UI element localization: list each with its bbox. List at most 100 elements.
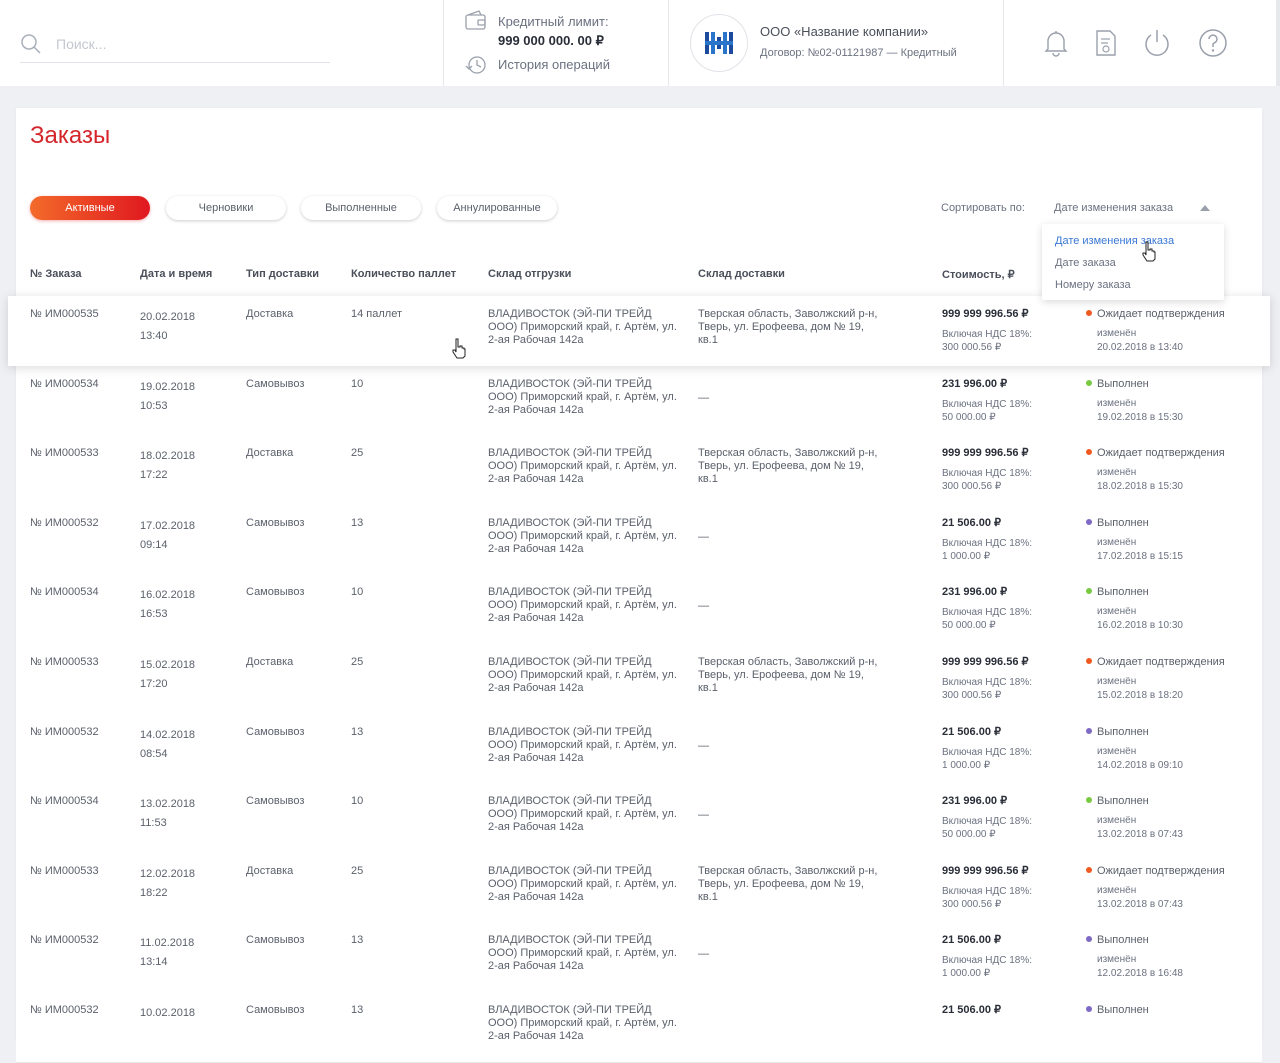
order-number: № ИМ000533 — [30, 865, 99, 877]
vat-amount: 1 000.00 ₽ — [942, 551, 991, 562]
changed-label: изменён — [1097, 328, 1137, 339]
changed-at: 18.02.2018 в 15:30 — [1097, 481, 1183, 492]
changed-label: изменён — [1097, 537, 1137, 548]
column-header-origin-warehouse[interactable]: Склад отгрузки — [488, 268, 571, 280]
vat-info: Включая НДС 18%: 300 000.56 ₽ — [942, 676, 1032, 702]
order-datetime: 10.02.2018 — [140, 1004, 195, 1023]
changed-label: изменён — [1097, 815, 1137, 826]
delivery-type: Самовывоз — [246, 517, 305, 529]
table-row[interactable]: № ИМ000532 Самовывоз 13 ВЛАДИВОСТОК (ЭЙ-ПИ … — [16, 922, 1262, 993]
vat-label: Включая НДС 18%: — [942, 886, 1033, 897]
changed-label: изменён — [1097, 746, 1137, 757]
pallet-count: 10 — [351, 795, 364, 807]
status-changed: изменён 16.02.2018 в 10:30 — [1097, 605, 1183, 633]
status-badge: Выполнен — [1086, 517, 1149, 530]
scrollbar[interactable] — [1276, 0, 1280, 86]
status-dot-icon — [1086, 1006, 1092, 1012]
table-row[interactable]: № ИМ000534 Самовывоз 10 ВЛАДИВОСТОК (ЭЙ-ПИ … — [16, 783, 1262, 854]
vat-info: Включая НДС 18%: 50 000.00 ₽ — [942, 398, 1032, 424]
sort-option-order-number[interactable]: Номеру заказа — [1055, 279, 1131, 291]
changed-at: 13.02.2018 в 07:43 — [1097, 829, 1183, 840]
column-header-datetime[interactable]: Дата и время — [140, 268, 212, 280]
status-dot-icon — [1086, 867, 1092, 873]
tab-drafts[interactable]: Черновики — [166, 196, 286, 220]
history-link[interactable]: История операций — [498, 57, 610, 72]
changed-at: 19.02.2018 в 15:30 — [1097, 412, 1183, 423]
table-row[interactable]: № ИМ000533 Доставка 25 ВЛАДИВОСТОК (ЭЙ-ПИ Т… — [16, 853, 1262, 924]
destination-warehouse: — — [698, 948, 709, 960]
destination-warehouse: — — [698, 600, 709, 612]
order-datetime: 16.02.2018 16:53 — [140, 586, 195, 624]
status-dot-icon — [1086, 728, 1092, 734]
order-date: 19.02.2018 — [140, 381, 196, 393]
vat-amount: 300 000.56 ₽ — [942, 899, 1002, 910]
status-badge: Ожидает подтверждения — [1086, 308, 1225, 321]
column-header-destination-warehouse[interactable]: Склад доставки — [698, 268, 785, 280]
help-button[interactable] — [1198, 28, 1228, 58]
order-datetime: 13.02.2018 11:53 — [140, 795, 195, 833]
order-date: 16.02.2018 — [140, 589, 196, 601]
changed-at: 20.02.2018 в 13:40 — [1097, 342, 1183, 353]
credit-block: Кредитный лимит: 999 000 000. 00 ₽ Истор… — [464, 10, 664, 80]
column-header-price[interactable]: Стоимость, ₽ — [942, 268, 1015, 281]
order-date: 10.02.2018 — [140, 1007, 196, 1019]
status-text: Ожидает подтверждения — [1097, 865, 1225, 877]
table-row[interactable]: № ИМ000535 Доставка 14 паллет ВЛАДИВОСТОК (… — [8, 296, 1270, 366]
changed-label: изменён — [1097, 467, 1137, 478]
vat-amount: 50 000.00 ₽ — [942, 620, 996, 631]
tab-cancelled[interactable]: Аннулированные — [437, 196, 557, 220]
chevron-up-icon[interactable] — [1200, 205, 1210, 211]
destination-warehouse: — — [698, 392, 709, 404]
search-input[interactable]: Поиск... — [56, 36, 106, 52]
status-changed: изменён 18.02.2018 в 15:30 — [1097, 466, 1183, 494]
documents-button[interactable] — [1091, 28, 1121, 58]
order-date: 18.02.2018 — [140, 450, 196, 462]
order-time: 17:20 — [140, 678, 168, 690]
table-row[interactable]: № ИМ000533 Доставка 25 ВЛАДИВОСТОК (ЭЙ-ПИ Т… — [16, 644, 1262, 715]
status-changed: изменён 13.02.2018 в 07:43 — [1097, 814, 1183, 842]
pallet-count: 25 — [351, 447, 364, 459]
pointer-cursor-icon — [1142, 241, 1156, 262]
table-row[interactable]: № ИМ000533 Доставка 25 ВЛАДИВОСТОК (ЭЙ-ПИ Т… — [16, 435, 1262, 506]
header-divider — [1003, 0, 1004, 86]
order-time: 11:53 — [140, 817, 167, 829]
origin-warehouse: ВЛАДИВОСТОК (ЭЙ-ПИ ТРЕЙД ООО) Приморский… — [488, 586, 677, 624]
table-row[interactable]: № ИМ000534 Самовывоз 10 ВЛАДИВОСТОК (ЭЙ-ПИ … — [16, 366, 1262, 437]
table-row[interactable]: № ИМ000532 Самовывоз 13 ВЛАДИВОСТОК (ЭЙ-ПИ … — [16, 505, 1262, 576]
search-field[interactable]: Поиск... — [20, 30, 330, 63]
column-header-delivery-type[interactable]: Тип доставки — [246, 268, 319, 280]
column-header-number[interactable]: № Заказа — [30, 268, 82, 280]
vat-amount: 1 000.00 ₽ — [942, 968, 991, 979]
vat-info: Включая НДС 18%: 300 000.56 ₽ — [942, 885, 1032, 911]
tab-active[interactable]: Активные — [30, 196, 150, 220]
order-price: 999 999 996.56 ₽ — [942, 656, 1029, 668]
destination-warehouse: Тверская область, Заволжский р-н, Тверь,… — [698, 447, 878, 485]
pallet-count: 25 — [351, 865, 364, 877]
credit-limit-value: 999 000 000. 00 ₽ — [498, 33, 604, 48]
vat-info: Включая НДС 18%: 50 000.00 ₽ — [942, 606, 1032, 632]
table-row[interactable]: № ИМ000532 Самовывоз 13 ВЛАДИВОСТОК (ЭЙ-ПИ … — [16, 992, 1262, 1063]
order-datetime: 15.02.2018 17:20 — [140, 656, 195, 694]
table-row[interactable]: № ИМ000532 Самовывоз 13 ВЛАДИВОСТОК (ЭЙ-ПИ … — [16, 714, 1262, 785]
logout-button[interactable] — [1142, 28, 1172, 58]
order-price: 999 999 996.56 ₽ — [942, 865, 1029, 877]
pallet-count: 13 — [351, 726, 364, 738]
column-header-pallets[interactable]: Количество паллет — [351, 268, 456, 280]
sort-select[interactable]: Дате изменения заказа — [1054, 202, 1173, 214]
destination-warehouse: — — [698, 809, 709, 821]
status-text: Выполнен — [1097, 726, 1149, 738]
vat-label: Включая НДС 18%: — [942, 955, 1033, 966]
notifications-button[interactable] — [1041, 28, 1071, 58]
sort-option-order-date[interactable]: Дате заказа — [1055, 257, 1116, 269]
contract-info: Договор: №02-01121987 — Кредитный — [760, 47, 957, 59]
order-price: 21 506.00 ₽ — [942, 517, 1001, 529]
order-datetime: 14.02.2018 08:54 — [140, 726, 195, 764]
company-block[interactable]: ООО «Название компании» Договор: №02-011… — [690, 12, 990, 74]
order-date: 15.02.2018 — [140, 659, 196, 671]
tab-completed[interactable]: Выполненные — [301, 196, 421, 220]
status-dot-icon — [1086, 519, 1092, 525]
changed-label: изменён — [1097, 885, 1137, 896]
changed-label: изменён — [1097, 398, 1137, 409]
order-price: 999 999 996.56 ₽ — [942, 308, 1029, 320]
table-row[interactable]: № ИМ000534 Самовывоз 10 ВЛАДИВОСТОК (ЭЙ-ПИ … — [16, 574, 1262, 645]
